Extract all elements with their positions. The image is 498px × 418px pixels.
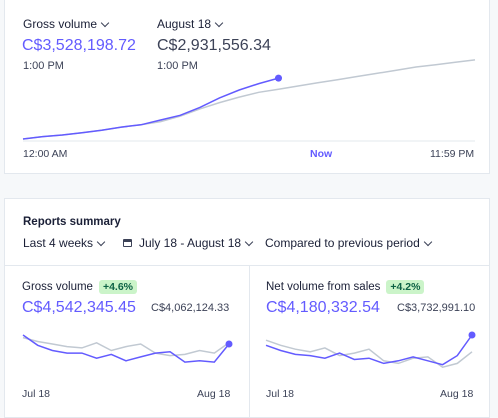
card-value: C$4,180,332.54	[266, 299, 380, 316]
card-prev-value: C$4,062,124.33	[151, 302, 230, 314]
current-point-marker	[275, 74, 282, 82]
compare-period-label: Compared to previous period	[265, 236, 420, 250]
today-chart	[22, 59, 476, 142]
net-volume-sparkline	[265, 331, 476, 369]
range-dropdown[interactable]: Last 4 weeks	[23, 236, 106, 250]
axis-start-label: 12:00 AM	[23, 148, 68, 160]
axis-start-label: Jul 18	[22, 388, 51, 400]
date-range-picker[interactable]: July 18 - August 18	[123, 236, 254, 250]
range-label: Last 4 weeks	[23, 236, 94, 250]
primary-series-line	[22, 334, 230, 363]
card-title: Net volume from sales	[266, 281, 381, 293]
today-card: Gross volume C$3,528,198.72 1:00 PM Augu…	[4, 0, 490, 174]
chevron-down-icon	[96, 237, 106, 246]
calendar-icon	[123, 239, 132, 247]
axis-end-label: Aug 18	[197, 388, 231, 400]
comparison-series-line	[22, 59, 476, 140]
gross-volume-sparkline	[22, 334, 233, 363]
comparison-series-line	[22, 336, 230, 357]
axis-now-label: Now	[310, 148, 333, 160]
axis-end-label: 11:59 PM	[430, 148, 475, 160]
net-volume-card[interactable]: Net volume from sales +4.2% C$4,180,332.…	[250, 266, 490, 417]
date-range-label: July 18 - August 18	[139, 236, 242, 250]
card-prev-value: C$3,732,991.10	[397, 302, 476, 314]
chevron-down-icon	[423, 237, 433, 246]
chevron-down-icon	[244, 237, 254, 246]
axis-start-label: Jul 18	[266, 388, 295, 400]
change-badge: +4.2%	[386, 280, 425, 294]
card-title: Gross volume	[22, 281, 93, 293]
reports-summary-card: Reports summary Last 4 weeks July 18 - A…	[4, 198, 490, 418]
card-value: C$4,542,345.45	[22, 299, 136, 316]
gross-volume-card[interactable]: Gross volume +4.6% C$4,542,345.45 C$4,06…	[5, 266, 249, 417]
current-point-marker	[225, 340, 233, 348]
primary-series-line	[22, 77, 279, 140]
current-point-marker	[468, 331, 476, 339]
section-title: Reports summary	[23, 216, 121, 228]
comparison-series-line	[265, 339, 473, 369]
compare-period-dropdown[interactable]: Compared to previous period	[265, 236, 433, 250]
change-badge: +4.6%	[98, 280, 138, 294]
axis-end-label: Aug 18	[440, 388, 474, 400]
